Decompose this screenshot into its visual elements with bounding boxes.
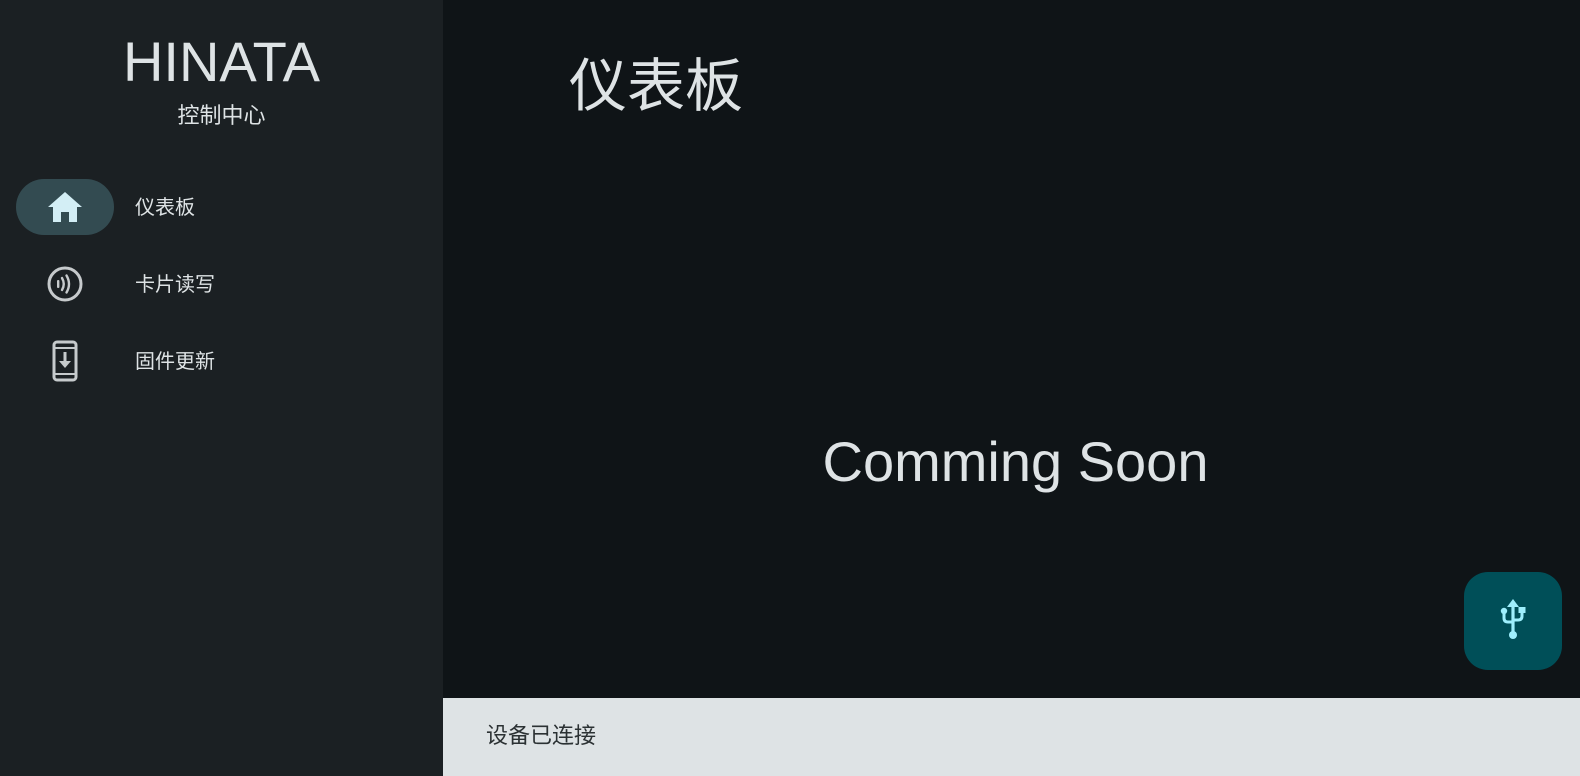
usb-icon [1498,598,1528,644]
brand-title: HINATA [122,30,321,93]
main-content: 仪表板 Comming Soon [443,0,1580,698]
status-snackbar: 设备已连接 [443,698,1580,776]
phone-download-icon [45,340,85,382]
snackbar-message: 设备已连接 [486,724,597,749]
nav-item-firmware-update[interactable]: 固件更新 [0,331,443,391]
nav-item-label: 仪表板 [135,195,195,219]
nav-item-dashboard[interactable]: 仪表板 [0,177,443,237]
nav-item-label: 固件更新 [135,349,215,373]
nfc-icon [45,266,85,302]
navigation-drawer: HINATA 控制中心 仪表板 卡片读写 固件更新 [0,0,443,776]
brand-subtitle: 控制中心 [177,104,266,129]
app-window: HINATA 控制中心 仪表板 卡片读写 固件更新 仪表板 Comming So… [0,0,1580,776]
home-icon [45,189,85,225]
usb-connect-button[interactable] [1464,572,1562,670]
nav-item-label: 卡片读写 [135,272,215,296]
page-title: 仪表板 [569,52,744,120]
nav-item-card-read-write[interactable]: 卡片读写 [0,254,443,314]
coming-soon-text: Comming Soon [822,430,1209,493]
coming-soon-placeholder: Comming Soon [443,430,1580,494]
